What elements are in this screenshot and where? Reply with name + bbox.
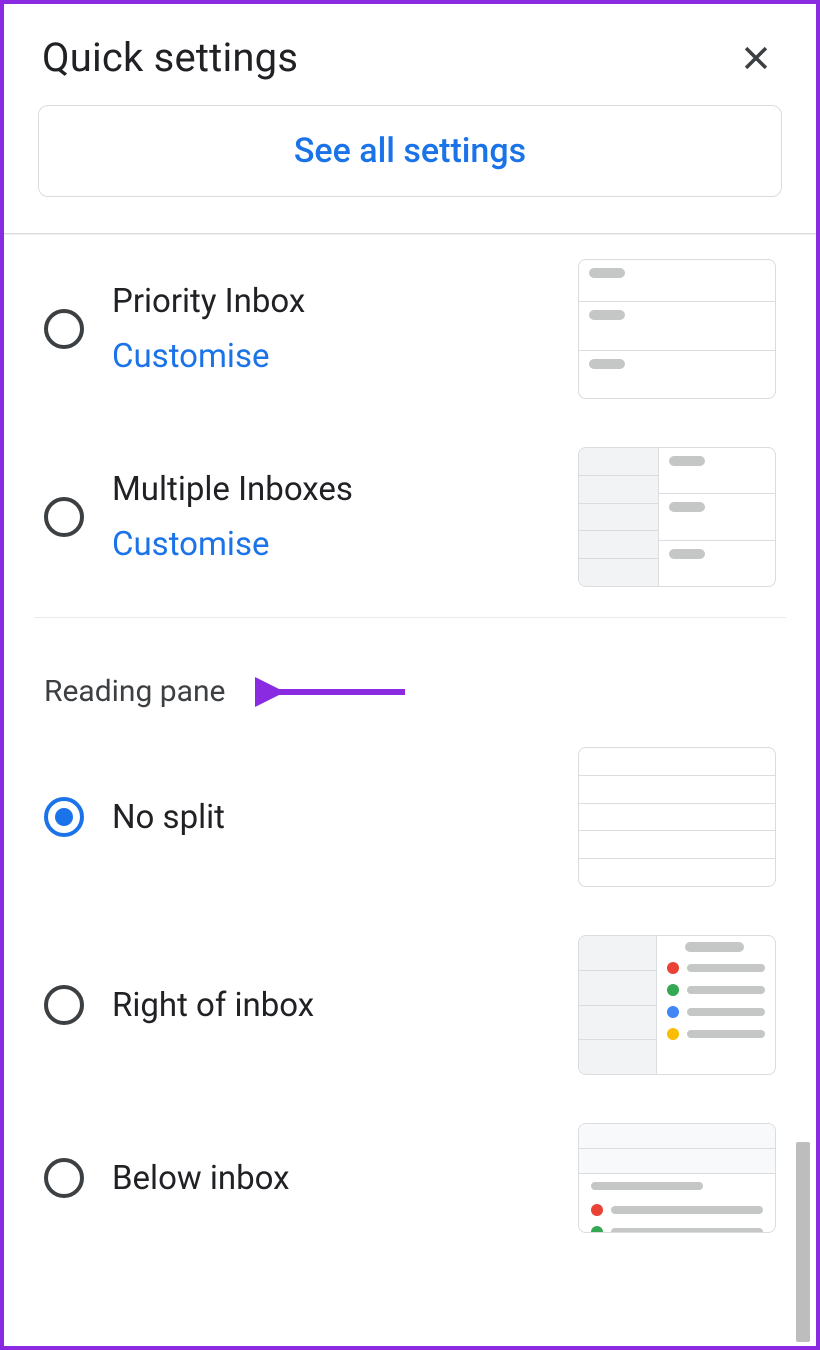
see-all-settings-label: See all settings <box>294 131 526 171</box>
option-label: No split <box>112 798 550 837</box>
reading-pane-header: Reading pane <box>4 624 816 723</box>
see-all-settings-wrap: See all settings <box>4 105 816 233</box>
radio-priority-inbox[interactable] <box>44 309 84 349</box>
page-title: Quick settings <box>42 34 298 81</box>
scrollbar-thumb[interactable] <box>796 1142 810 1342</box>
customise-link-priority[interactable]: Customise <box>112 337 550 376</box>
quick-settings-panel: Quick settings See all settings Priority… <box>0 0 820 1350</box>
reading-pane-title: Reading pane <box>44 674 225 709</box>
option-priority-inbox[interactable]: Priority Inbox Customise <box>4 235 816 423</box>
option-below-inbox[interactable]: Below inbox <box>4 1099 816 1257</box>
option-text: Right of inbox <box>112 986 550 1025</box>
header: Quick settings <box>4 4 816 105</box>
inbox-type-section: Priority Inbox Customise Multiple Inboxe… <box>4 235 816 611</box>
preview-multiple-inboxes <box>578 447 776 587</box>
option-no-split[interactable]: No split <box>4 723 816 911</box>
see-all-settings-button[interactable]: See all settings <box>38 105 782 197</box>
preview-below-inbox <box>578 1123 776 1233</box>
option-text: No split <box>112 798 550 837</box>
radio-multiple-inboxes[interactable] <box>44 497 84 537</box>
section-divider <box>34 617 786 618</box>
option-label: Multiple Inboxes <box>112 470 550 509</box>
option-multiple-inboxes[interactable]: Multiple Inboxes Customise <box>4 423 816 611</box>
preview-priority-inbox <box>578 259 776 399</box>
option-text: Below inbox <box>112 1159 550 1198</box>
option-label: Right of inbox <box>112 986 550 1025</box>
radio-right-of-inbox[interactable] <box>44 985 84 1025</box>
option-label: Below inbox <box>112 1159 550 1198</box>
preview-right-of-inbox <box>578 935 776 1075</box>
close-button[interactable] <box>734 36 778 80</box>
customise-link-multiple[interactable]: Customise <box>112 525 550 564</box>
preview-no-split <box>578 747 776 887</box>
reading-pane-section: No split Right of inbox <box>4 723 816 1257</box>
close-icon <box>739 41 773 75</box>
option-label: Priority Inbox <box>112 282 550 321</box>
radio-no-split[interactable] <box>44 797 84 837</box>
annotation-arrow-icon <box>255 677 415 707</box>
option-right-of-inbox[interactable]: Right of inbox <box>4 911 816 1099</box>
radio-below-inbox[interactable] <box>44 1158 84 1198</box>
option-text: Priority Inbox Customise <box>112 282 550 376</box>
option-text: Multiple Inboxes Customise <box>112 470 550 564</box>
